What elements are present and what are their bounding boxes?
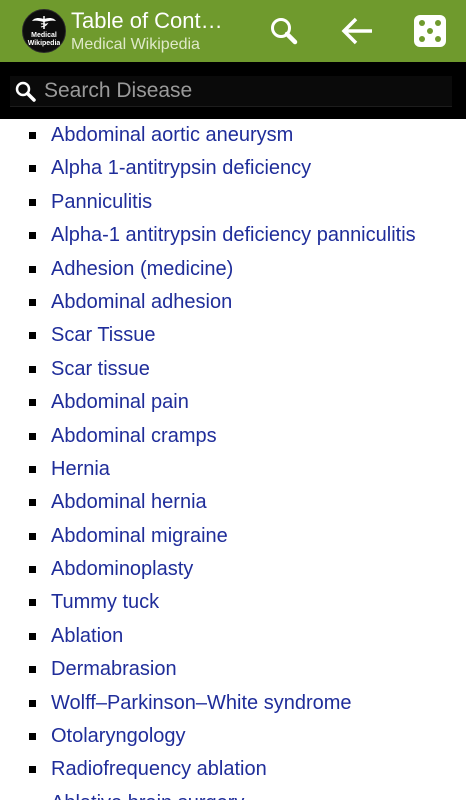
list-item: Abdominal migraine: [0, 520, 466, 553]
list-item: Abdominal adhesion: [0, 286, 466, 319]
toc-link[interactable]: Dermabrasion: [51, 653, 177, 686]
bullet-icon: [29, 432, 36, 440]
bullet-icon: [29, 666, 36, 674]
toc-link[interactable]: Scar tissue: [51, 353, 150, 386]
list-item: Abdominal cramps: [0, 420, 466, 453]
toc-link[interactable]: Wolff–Parkinson–White syndrome: [51, 687, 352, 720]
list-item: Radiofrequency ablation: [0, 753, 466, 786]
list-item: Alpha-1 antitrypsin deficiency panniculi…: [0, 219, 466, 252]
list-item: Abdominal aortic aneurysm: [0, 119, 466, 152]
toc-link[interactable]: Abdominal pain: [51, 386, 189, 419]
bullet-icon: [29, 632, 36, 640]
bullet-icon: [29, 465, 36, 473]
toc-link[interactable]: Abdominal migraine: [51, 520, 228, 553]
bullet-icon: [29, 733, 36, 741]
bullet-icon: [29, 399, 36, 407]
toc-link[interactable]: Otolaryngology: [51, 720, 186, 753]
toc-link[interactable]: Panniculitis: [51, 186, 152, 219]
list-item: Panniculitis: [0, 186, 466, 219]
list-item: Alpha 1-antitrypsin deficiency: [0, 152, 466, 185]
toc-link[interactable]: Abdominal cramps: [51, 420, 217, 453]
toc-link[interactable]: Ablative brain surgery: [51, 787, 244, 800]
search-field-icon: [15, 81, 36, 102]
bullet-icon: [29, 198, 36, 206]
bullet-icon: [29, 332, 36, 340]
toc-link[interactable]: Abdominoplasty: [51, 553, 193, 586]
bullet-icon: [29, 699, 36, 707]
search-box[interactable]: [10, 76, 452, 107]
list-item: Scar Tissue: [0, 319, 466, 352]
list-item: Abdominal pain: [0, 386, 466, 419]
random-dice-icon[interactable]: [408, 10, 452, 54]
back-arrow-icon[interactable]: [336, 10, 380, 54]
toc-link[interactable]: Abdominal adhesion: [51, 286, 232, 319]
toc-link[interactable]: Radiofrequency ablation: [51, 753, 267, 786]
list-item: Otolaryngology: [0, 720, 466, 753]
bullet-icon: [29, 766, 36, 774]
toc-link[interactable]: Abdominal hernia: [51, 486, 207, 519]
list-item: Tummy tuck: [0, 586, 466, 619]
app-subtitle: Medical Wikipedia: [71, 36, 200, 53]
page-title: Table of Cont…: [71, 8, 223, 33]
bullet-icon: [29, 298, 36, 306]
bullet-icon: [29, 566, 36, 574]
bullet-icon: [29, 165, 36, 173]
bullet-icon: [29, 499, 36, 507]
list-item: Adhesion (medicine): [0, 253, 466, 286]
bullet-icon: [29, 599, 36, 607]
bullet-icon: [29, 232, 36, 240]
toc-link[interactable]: Abdominal aortic aneurysm: [51, 119, 293, 152]
app-bar: Medical Wikipedia Table of Cont… Medical…: [0, 0, 466, 62]
list-item: Wolff–Parkinson–White syndrome: [0, 687, 466, 720]
list-item: Ablative brain surgery: [0, 787, 466, 800]
list-item: Ablation: [0, 620, 466, 653]
toc-link[interactable]: Scar Tissue: [51, 319, 155, 352]
toc-link[interactable]: Tummy tuck: [51, 586, 159, 619]
caduceus-icon: [32, 16, 56, 29]
bullet-icon: [29, 265, 36, 273]
bullet-icon: [29, 365, 36, 373]
table-of-contents-list: Abdominal aortic aneurysm Alpha 1-antitry…: [0, 119, 466, 800]
toc-link[interactable]: Ablation: [51, 620, 123, 653]
logo-text-bottom: Wikipedia: [27, 40, 61, 47]
app-logo[interactable]: Medical Wikipedia: [22, 9, 66, 53]
list-item: Dermabrasion: [0, 653, 466, 686]
search-input[interactable]: [44, 76, 444, 106]
list-item: Abdominal hernia: [0, 486, 466, 519]
logo-text-top: Medical: [31, 32, 57, 39]
list-item: Scar tissue: [0, 353, 466, 386]
toc-link[interactable]: Alpha 1-antitrypsin deficiency: [51, 152, 311, 185]
search-bar: [0, 62, 466, 119]
bullet-icon: [29, 132, 36, 139]
toc-link[interactable]: Alpha-1 antitrypsin deficiency panniculi…: [51, 219, 416, 252]
toc-link[interactable]: Adhesion (medicine): [51, 253, 233, 286]
toc-link[interactable]: Hernia: [51, 453, 110, 486]
list-item: Hernia: [0, 453, 466, 486]
bullet-icon: [29, 532, 36, 540]
list-item: Abdominoplasty: [0, 553, 466, 586]
search-icon[interactable]: [262, 10, 306, 54]
